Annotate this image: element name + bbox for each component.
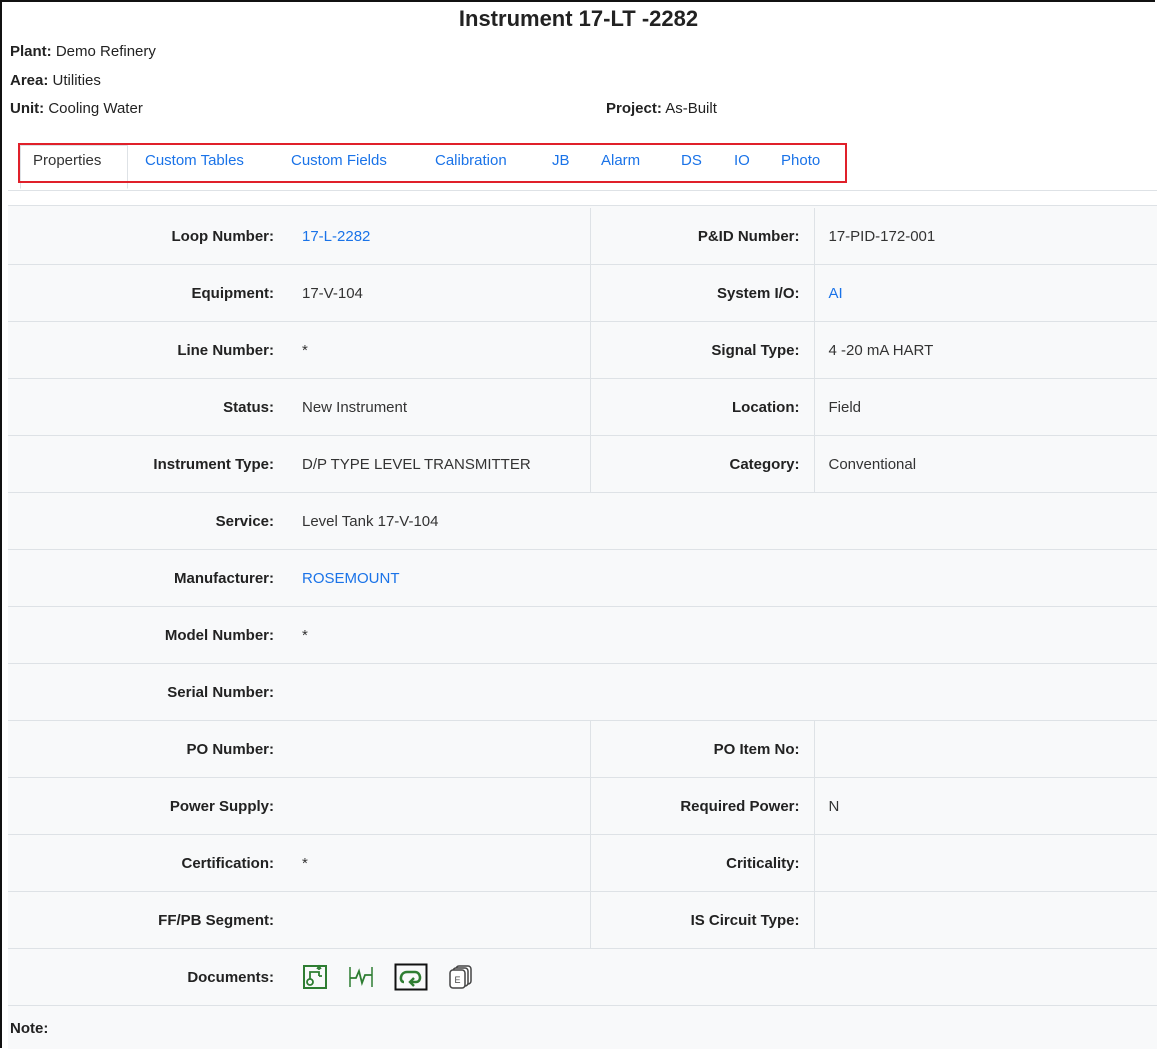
system-io-label: System I/O:: [589, 264, 814, 322]
unit-value: Cooling Water: [48, 100, 143, 117]
power-supply-value: [288, 777, 590, 835]
equipment-label: Equipment:: [8, 264, 288, 322]
po-item-label: PO Item No:: [589, 720, 814, 778]
criticality-label: Criticality:: [589, 834, 814, 892]
pid-number-value: 17-PID-172-001: [813, 208, 1157, 265]
unit-info: Unit: Cooling Water: [10, 100, 143, 117]
table-row: Status: New Instrument Location: Field: [8, 378, 1157, 436]
po-number-label: PO Number:: [8, 720, 288, 778]
instrument-type-value: D/P TYPE LEVEL TRANSMITTER: [288, 435, 590, 493]
area-info: Area: Utilities: [10, 72, 101, 89]
signal-type-label: Signal Type:: [589, 321, 814, 379]
documents-label: Documents:: [8, 948, 288, 1006]
certification-label: Certification:: [8, 834, 288, 892]
signal-wave-icon[interactable]: [348, 964, 374, 990]
table-row: Documents: E: [8, 948, 1157, 1006]
ffpb-segment-value: [288, 891, 590, 949]
loop-arrow-icon[interactable]: [394, 963, 428, 991]
power-supply-label: Power Supply:: [8, 777, 288, 835]
location-label: Location:: [589, 378, 814, 436]
criticality-value: [813, 834, 1157, 892]
documents-cell: E: [288, 948, 1157, 1006]
equipment-value: 17-V-104: [288, 264, 590, 322]
document-icons: E: [302, 963, 1157, 991]
table-row: Serial Number:: [8, 663, 1157, 721]
table-row: PO Number: PO Item No:: [8, 720, 1157, 778]
tab-properties[interactable]: Properties: [33, 152, 102, 169]
tab-calibration[interactable]: Calibration: [435, 152, 507, 169]
tab-custom-fields[interactable]: Custom Fields: [291, 152, 387, 169]
tab-io[interactable]: IO: [734, 152, 750, 169]
is-circuit-type-label: IS Circuit Type:: [589, 891, 814, 949]
model-number-value: *: [288, 606, 1157, 664]
project-info: Project: As-Built: [606, 100, 717, 117]
location-value: Field: [813, 378, 1157, 436]
status-value: New Instrument: [288, 378, 590, 436]
table-row: Line Number: * Signal Type: 4 -20 mA HAR…: [8, 321, 1157, 379]
loop-number-label: Loop Number:: [8, 208, 288, 265]
plant-label: Plant:: [10, 43, 52, 60]
certification-value: *: [288, 834, 590, 892]
table-row: Model Number: *: [8, 606, 1157, 664]
is-circuit-type-value: [813, 891, 1157, 949]
ffpb-segment-label: FF/PB Segment:: [8, 891, 288, 949]
electrical-docs-icon[interactable]: E: [448, 964, 474, 990]
tab-jb[interactable]: JB: [552, 152, 570, 169]
line-number-value: *: [288, 321, 590, 379]
line-number-label: Line Number:: [8, 321, 288, 379]
model-number-label: Model Number:: [8, 606, 288, 664]
serial-number-label: Serial Number:: [8, 663, 288, 721]
manufacturer-link[interactable]: ROSEMOUNT: [288, 549, 1157, 607]
loop-diagram-icon[interactable]: [302, 964, 328, 990]
unit-label: Unit:: [10, 100, 45, 117]
table-row: Certification: * Criticality:: [8, 834, 1157, 892]
category-value: Conventional: [813, 435, 1157, 493]
table-row: FF/PB Segment: IS Circuit Type:: [8, 891, 1157, 949]
tab-photo[interactable]: Photo: [781, 152, 820, 169]
plant-info: Plant: Demo Refinery: [10, 43, 156, 60]
instrument-type-label: Instrument Type:: [8, 435, 288, 493]
plant-value: Demo Refinery: [55, 43, 156, 60]
table-row: Instrument Type: D/P TYPE LEVEL TRANSMIT…: [8, 435, 1157, 493]
tab-ds[interactable]: DS: [681, 152, 702, 169]
table-row: Service: Level Tank 17-V-104: [8, 492, 1157, 550]
note-label: Note:: [10, 1020, 49, 1037]
table-row: Equipment: 17-V-104 System I/O: AI: [8, 264, 1157, 322]
signal-type-value: 4 -20 mA HART: [813, 321, 1157, 379]
loop-number-link[interactable]: 17-L-2282: [288, 208, 590, 265]
category-label: Category:: [589, 435, 814, 493]
area-label: Area:: [10, 72, 49, 89]
service-label: Service:: [8, 492, 288, 550]
properties-table: Loop Number: 17-L-2282 P&ID Number: 17-P…: [8, 208, 1157, 1006]
project-label: Project:: [606, 100, 662, 117]
status-label: Status:: [8, 378, 288, 436]
po-number-value: [288, 720, 590, 778]
required-power-value: N: [813, 777, 1157, 835]
project-value: As-Built: [665, 100, 717, 117]
area-value: Utilities: [52, 72, 101, 89]
pid-number-label: P&ID Number:: [589, 208, 814, 265]
po-item-value: [813, 720, 1157, 778]
system-io-link[interactable]: AI: [813, 264, 1157, 322]
service-value: Level Tank 17-V-104: [288, 492, 1157, 550]
manufacturer-label: Manufacturer:: [8, 549, 288, 607]
table-row: Manufacturer: ROSEMOUNT: [8, 549, 1157, 607]
tab-custom-tables[interactable]: Custom Tables: [145, 152, 244, 169]
table-row: Power Supply: Required Power: N: [8, 777, 1157, 835]
required-power-label: Required Power:: [589, 777, 814, 835]
tab-alarm[interactable]: Alarm: [601, 152, 640, 169]
page-title: Instrument 17-LT -2282: [458, 6, 699, 31]
svg-text:E: E: [454, 975, 460, 985]
table-row: Loop Number: 17-L-2282 P&ID Number: 17-P…: [8, 208, 1157, 265]
serial-number-value: [288, 663, 1157, 721]
